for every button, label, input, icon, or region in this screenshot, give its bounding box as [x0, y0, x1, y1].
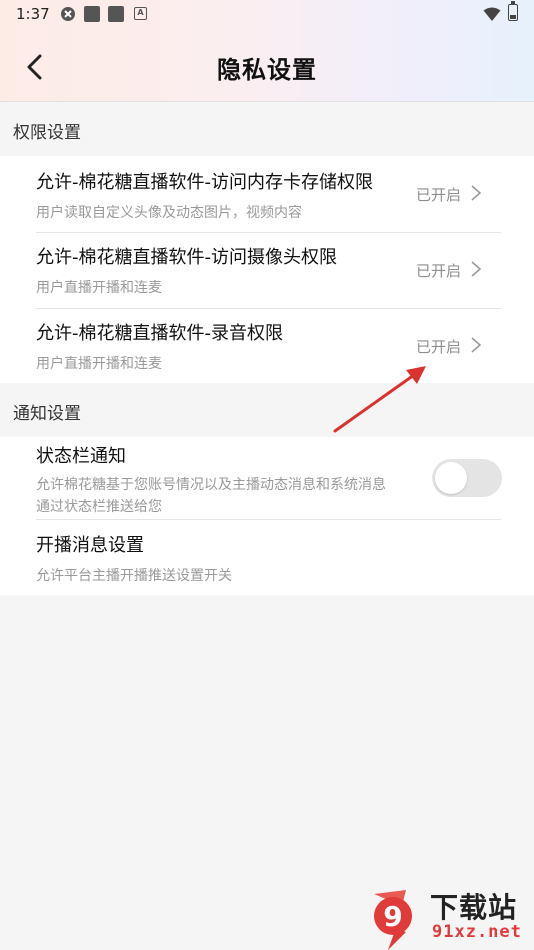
- row-desc: 允许棉花糖基于您账号情况以及主播动态消息和系统消息通过状态栏推送给您: [36, 477, 386, 515]
- permission-storage-row[interactable]: 允许-棉花糖直播软件-访问内存卡存储权限 用户读取自定义头像及动态图片，视频内容…: [0, 156, 534, 232]
- status-text: 已开启: [416, 262, 462, 280]
- row-desc: 允许平台主播开播推送设置开关: [36, 568, 232, 584]
- watermark: 9 下载站 91xz.net: [366, 884, 534, 950]
- section-header-notifications: 通知设置: [13, 404, 81, 424]
- watermark-logo-icon: 9: [374, 890, 412, 950]
- row-title: 允许-棉花糖直播软件-访问摄像头权限: [36, 247, 337, 268]
- permissions-card: 允许-棉花糖直播软件-访问内存卡存储权限 用户读取自定义头像及动态图片，视频内容…: [0, 156, 534, 383]
- chevron-right-icon: [471, 337, 482, 353]
- status-bar: 1:37 A: [0, 0, 534, 28]
- battery-icon: [508, 1, 518, 21]
- statusbar-notification-toggle[interactable]: [432, 459, 502, 497]
- a-icon: A: [134, 7, 147, 20]
- row-title: 允许-棉花糖直播软件-录音权限: [36, 323, 283, 344]
- permission-camera-row[interactable]: 允许-棉花糖直播软件-访问摄像头权限 用户直播开播和连麦 已开启: [0, 233, 534, 309]
- header-area: 1:37 A 隐私设置: [0, 0, 534, 102]
- row-desc: 用户直播开播和连麦: [36, 356, 162, 372]
- row-desc: 用户直播开播和连麦: [36, 280, 162, 296]
- live-message-settings-row[interactable]: 开播消息设置 允许平台主播开播推送设置开关: [0, 520, 534, 595]
- chevron-right-icon: [471, 185, 482, 201]
- row-title: 状态栏通知: [36, 446, 126, 467]
- status-time: 1:37: [16, 5, 50, 23]
- square-icon: [84, 6, 100, 22]
- permission-audio-row[interactable]: 允许-棉花糖直播软件-录音权限 用户直播开播和连麦 已开启: [0, 309, 534, 383]
- watermark-logo-glyph: 9: [383, 900, 402, 933]
- square-icon: [108, 6, 124, 22]
- section-header-permissions: 权限设置: [13, 123, 81, 143]
- annotation-arrow-icon: [333, 366, 426, 433]
- chevron-right-icon: [471, 261, 482, 277]
- page-title: 隐私设置: [217, 56, 317, 84]
- row-desc: 用户读取自定义头像及动态图片，视频内容: [36, 205, 302, 221]
- sync-icon: [61, 7, 75, 21]
- status-text: 已开启: [416, 186, 462, 204]
- watermark-text-cn: 下载站: [430, 891, 518, 924]
- toggle-knob: [435, 462, 467, 494]
- status-text: 已开启: [416, 338, 462, 356]
- row-title: 开播消息设置: [36, 535, 144, 556]
- row-title: 允许-棉花糖直播软件-访问内存卡存储权限: [36, 172, 373, 193]
- wifi-icon: [483, 7, 501, 21]
- watermark-text-url: 91xz.net: [432, 922, 522, 942]
